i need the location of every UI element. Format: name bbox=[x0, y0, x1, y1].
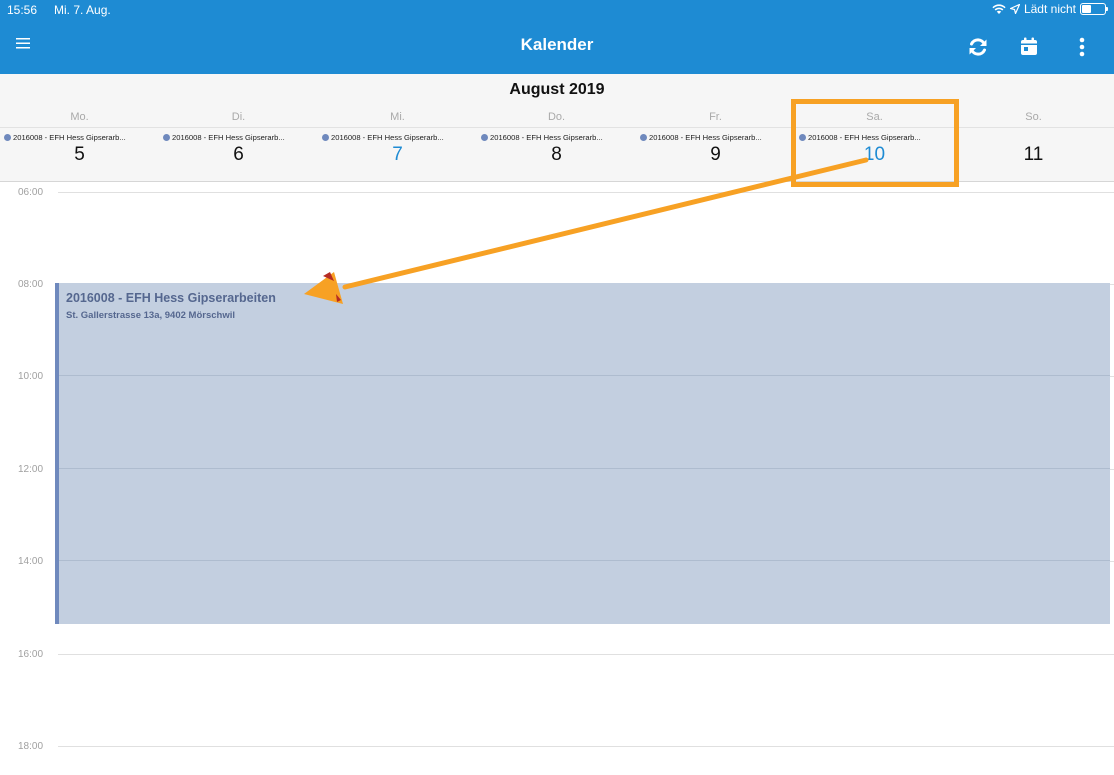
day-label: Mi. bbox=[390, 111, 405, 123]
day-column-fri[interactable]: Fr. 2016008 - EFH Hess Gipserarb... 9 bbox=[636, 74, 795, 182]
day-event-preview[interactable]: 2016008 - EFH Hess Gipserarb... bbox=[163, 132, 316, 142]
event-hour-line bbox=[59, 560, 1110, 561]
event-block[interactable]: 2016008 - EFH Hess Gipserarbeiten St. Ga… bbox=[55, 283, 1110, 624]
day-number: 8 bbox=[551, 144, 562, 165]
day-label: Mo. bbox=[70, 111, 89, 123]
hour-label: 10:00 bbox=[18, 371, 44, 382]
hour-label: 06:00 bbox=[18, 187, 44, 198]
event-dot-icon bbox=[640, 133, 647, 141]
day-event-preview[interactable]: 2016008 - EFH Hess Gipserarb... bbox=[481, 132, 634, 142]
status-indicators: Lädt nicht bbox=[992, 2, 1108, 16]
hour-label: 18:00 bbox=[18, 741, 44, 752]
event-dot-icon bbox=[322, 133, 329, 141]
more-vertical-icon[interactable] bbox=[1068, 33, 1096, 61]
event-dot-icon bbox=[4, 133, 11, 141]
event-dot-icon bbox=[799, 133, 806, 141]
event-hour-line bbox=[59, 375, 1110, 376]
day-event-preview[interactable]: 2016008 - EFH Hess Gipserarb... bbox=[4, 132, 157, 142]
event-hour-line bbox=[59, 468, 1110, 469]
event-dot-icon bbox=[481, 133, 488, 141]
day-event-text: 2016008 - EFH Hess Gipserarb... bbox=[13, 132, 126, 142]
day-column-tue[interactable]: Di. 2016008 - EFH Hess Gipserarb... 6 bbox=[159, 74, 318, 182]
day-number: 11 bbox=[1023, 144, 1044, 165]
day-timeline[interactable]: 06:00 08:00 10:00 12:00 14:00 16:00 18:0… bbox=[0, 182, 1114, 775]
event-title: 2016008 - EFH Hess Gipserarbeiten bbox=[66, 291, 276, 305]
event-dot-icon bbox=[163, 133, 170, 141]
day-number: 6 bbox=[233, 144, 244, 165]
top-bar: 15:56 Mi. 7. Aug. Lädt nicht Kalender bbox=[0, 0, 1114, 74]
location-icon bbox=[1009, 4, 1020, 14]
event-address: St. Gallerstrasse 13a, 9402 Mörschwil bbox=[66, 310, 235, 321]
day-label: Fr. bbox=[709, 111, 722, 123]
hour-label: 12:00 bbox=[18, 464, 44, 475]
hour-line bbox=[58, 746, 1114, 747]
status-date: Mi. 7. Aug. bbox=[54, 3, 111, 17]
day-column-wed[interactable]: Mi. 2016008 - EFH Hess Gipserarb... 7 bbox=[318, 74, 477, 182]
day-event-text: 2016008 - EFH Hess Gipserarb... bbox=[331, 132, 444, 142]
wifi-icon bbox=[992, 3, 1006, 15]
day-column-thu[interactable]: Do. 2016008 - EFH Hess Gipserarb... 8 bbox=[477, 74, 636, 182]
day-number-today: 7 bbox=[392, 144, 403, 165]
day-event-preview[interactable]: 2016008 - EFH Hess Gipserarb... bbox=[322, 132, 475, 142]
day-number: 5 bbox=[74, 144, 85, 165]
day-number: 9 bbox=[710, 144, 721, 165]
day-column-mon[interactable]: Mo. 2016008 - EFH Hess Gipserarb... 5 bbox=[0, 74, 159, 182]
day-event-text: 2016008 - EFH Hess Gipserarb... bbox=[649, 132, 762, 142]
day-label: Di. bbox=[231, 111, 246, 123]
hour-label: 16:00 bbox=[18, 649, 44, 660]
refresh-icon[interactable] bbox=[964, 33, 992, 61]
day-event-text: 2016008 - EFH Hess Gipserarb... bbox=[490, 132, 603, 142]
day-number-selected: 10 bbox=[863, 144, 886, 165]
day-column-sat[interactable]: Sa. 2016008 - EFH Hess Gipserarb... 10 bbox=[795, 74, 954, 182]
day-label: Do. bbox=[547, 111, 566, 123]
charging-status: Lädt nicht bbox=[1023, 2, 1076, 16]
hour-line bbox=[58, 654, 1114, 655]
battery-icon bbox=[1080, 3, 1108, 15]
day-event-preview[interactable]: 2016008 - EFH Hess Gipserarb... bbox=[799, 132, 952, 142]
day-event-text: 2016008 - EFH Hess Gipserarb... bbox=[808, 132, 921, 142]
status-time: 15:56 bbox=[7, 3, 38, 17]
day-label: Sa. bbox=[866, 111, 883, 123]
calendar-app: 15:56 Mi. 7. Aug. Lädt nicht Kalender Au… bbox=[0, 0, 1114, 775]
page-title: Kalender bbox=[520, 35, 594, 54]
hour-line bbox=[58, 192, 1114, 193]
day-column-sun[interactable]: So. 11 bbox=[954, 74, 1113, 182]
day-event-preview[interactable]: 2016008 - EFH Hess Gipserarb... bbox=[640, 132, 793, 142]
hour-label: 08:00 bbox=[18, 279, 44, 290]
day-event-text: 2016008 - EFH Hess Gipserarb... bbox=[172, 132, 285, 142]
week-header: August 2019 Mo. 2016008 - EFH Hess Gipse… bbox=[0, 74, 1114, 182]
day-label: So. bbox=[1025, 111, 1042, 123]
calendar-today-icon[interactable] bbox=[1015, 33, 1043, 61]
hour-label: 14:00 bbox=[18, 556, 44, 567]
